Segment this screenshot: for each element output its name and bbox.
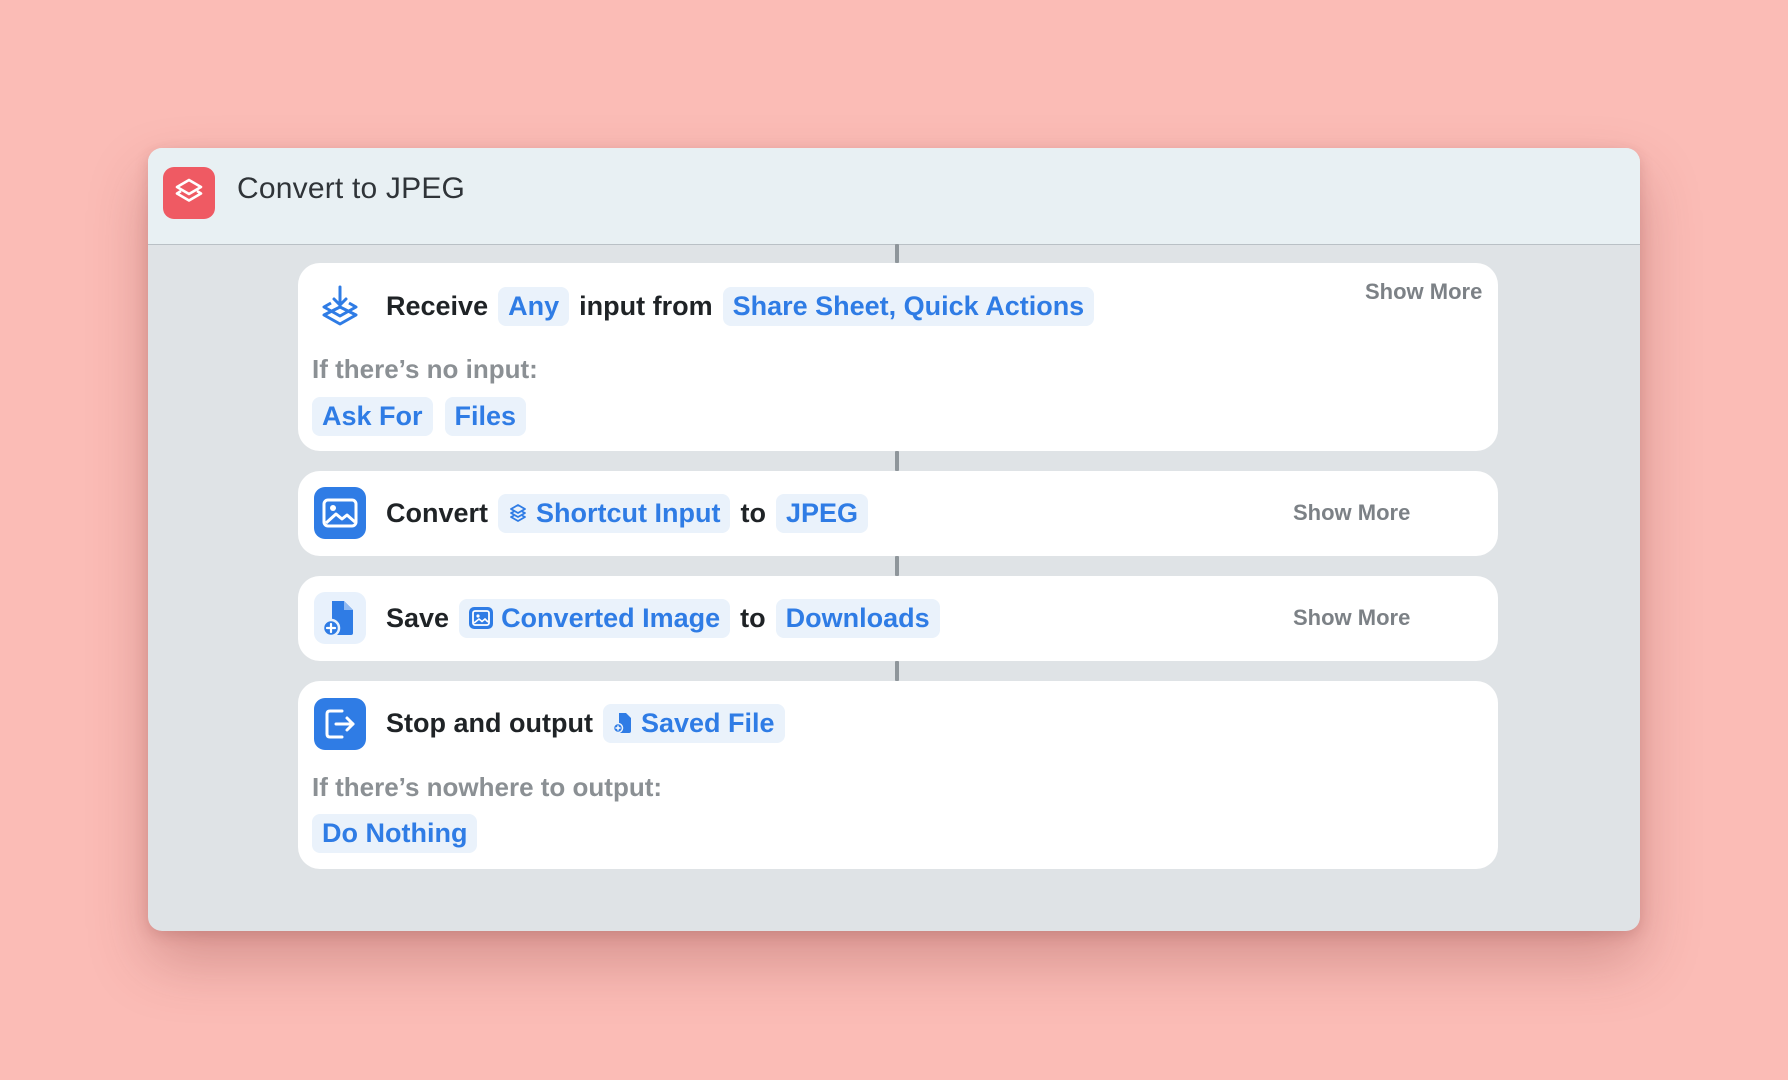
receive-input-icon: [314, 281, 366, 333]
output-row: Stop and output Saved File: [386, 703, 795, 743]
save-verb: Save: [386, 602, 450, 633]
action-stop-and-output[interactable]: Stop and output Saved File If there’s no…: [298, 681, 1498, 869]
flow-connector: [895, 661, 899, 681]
title-bar: Convert to JPEG: [148, 148, 1640, 245]
shortcut-editor-window: Convert to JPEG Receive Any input from S…: [148, 148, 1640, 931]
save-to-text: to: [740, 602, 766, 633]
action-save-file[interactable]: Save Converted Image to Downloads Show M…: [298, 576, 1498, 661]
image-icon: [469, 607, 494, 629]
convert-to-text: to: [740, 497, 766, 528]
convert-row: Convert Shortcut Input to JPEG: [386, 493, 878, 533]
shortcut-input-label: Shortcut Input: [536, 497, 721, 528]
save-row: Save Converted Image to Downloads: [386, 598, 950, 638]
converted-image-token[interactable]: Converted Image: [459, 598, 731, 638]
action-receive-input[interactable]: Receive Any input from Share Sheet, Quic…: [298, 263, 1498, 451]
do-nothing-token[interactable]: Do Nothing: [312, 814, 478, 853]
exit-output-icon: [314, 698, 366, 750]
no-input-options: Ask For Files: [312, 397, 538, 436]
flow-connector: [895, 556, 899, 576]
flow-connector: [895, 244, 899, 263]
show-more-button[interactable]: Show More: [1293, 605, 1410, 631]
flow-connector: [895, 451, 899, 471]
input-from-text: input from: [579, 290, 713, 321]
saved-file-label: Saved File: [640, 707, 775, 738]
no-output-options: Do Nothing: [312, 814, 489, 853]
window-title: Convert to JPEG: [237, 172, 466, 205]
shortcut-input-token[interactable]: Shortcut Input: [498, 493, 731, 533]
file-add-icon: [612, 712, 633, 734]
shortcuts-icon: [508, 503, 528, 523]
show-more-button[interactable]: Show More: [1365, 279, 1482, 305]
input-source-token[interactable]: Share Sheet, Quick Actions: [722, 286, 1095, 326]
image-icon: [314, 487, 366, 539]
convert-verb: Convert: [386, 497, 489, 528]
action-convert-image[interactable]: Convert Shortcut Input to JPEG Show More: [298, 471, 1498, 556]
saved-file-token[interactable]: Saved File: [602, 703, 785, 743]
no-input-label: If there’s no input:: [312, 354, 538, 384]
converted-image-label: Converted Image: [501, 602, 721, 633]
shortcuts-icon[interactable]: [163, 167, 215, 219]
files-token[interactable]: Files: [444, 397, 527, 436]
no-output-label: If there’s nowhere to output:: [312, 772, 663, 802]
input-type-token[interactable]: Any: [498, 286, 570, 326]
file-add-icon: [314, 592, 366, 644]
show-more-button[interactable]: Show More: [1293, 500, 1410, 526]
destination-token[interactable]: Downloads: [775, 598, 940, 638]
stop-output-verb: Stop and output: [386, 707, 593, 738]
receive-verb: Receive: [386, 290, 489, 321]
receive-row: Receive Any input from Share Sheet, Quic…: [386, 286, 1104, 326]
format-token[interactable]: JPEG: [775, 493, 869, 533]
ask-for-token[interactable]: Ask For: [312, 397, 433, 436]
